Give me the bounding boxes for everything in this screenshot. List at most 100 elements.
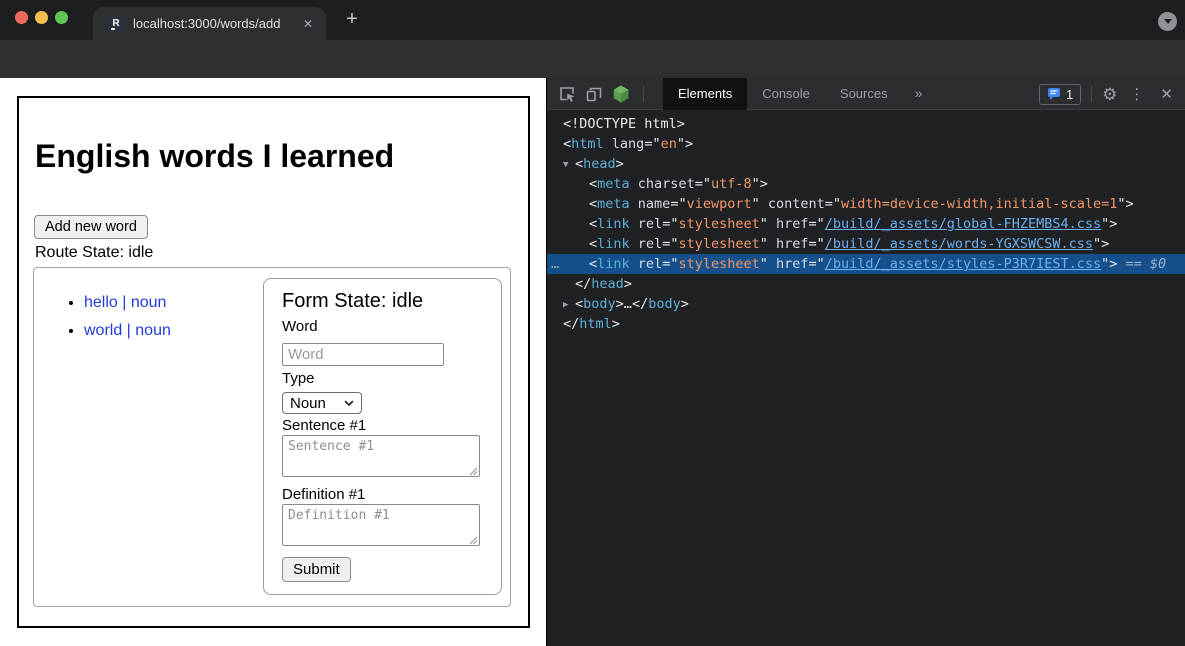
word-label: Word <box>282 318 318 335</box>
add-new-word-button[interactable]: Add new word <box>34 215 148 239</box>
dom-tree-line[interactable]: ▶<body>…</body> <box>547 294 1185 314</box>
selected-node-hint: == $0 <box>1117 256 1166 272</box>
code-token: stylesheet <box>678 256 759 272</box>
browser-tab[interactable]: R localhost:3000/words/add ✕ <box>93 7 326 40</box>
word-input[interactable] <box>282 343 444 366</box>
devtools-close-icon[interactable]: ✕ <box>1160 85 1173 103</box>
tab-sources[interactable]: Sources <box>825 78 903 110</box>
code-token: "> <box>1101 256 1117 272</box>
form-state-text: Form State: idle <box>282 290 423 313</box>
code-token: head <box>591 276 624 292</box>
code-token: > <box>616 156 624 172</box>
devtools-tabs: Elements Console Sources » <box>663 78 934 110</box>
node-actions-marker[interactable]: … <box>551 254 559 274</box>
code-token: body <box>583 296 616 312</box>
dom-tree-line[interactable]: ▼<head> <box>547 154 1185 174</box>
code-token: … <box>624 296 632 312</box>
devtools-panel: Elements Console Sources » 1 ⚙ ⋮ ✕ <box>546 78 1185 646</box>
word-link[interactable]: hello | noun <box>84 294 166 311</box>
code-token: " <box>752 196 768 212</box>
dom-tree: <!DOCTYPE html><html lang="en">▼<head><m… <box>547 111 1185 334</box>
code-token: " <box>760 256 776 272</box>
new-tab-button[interactable]: + <box>340 6 364 32</box>
devtools-toolbar: Elements Console Sources » 1 ⚙ ⋮ ✕ <box>547 78 1185 110</box>
page-outline-box: English words I learned Add new word Rou… <box>17 96 530 628</box>
code-token <box>630 256 638 272</box>
code-token: rel <box>638 256 662 272</box>
code-token: href <box>776 216 809 232</box>
code-token: < <box>589 236 597 252</box>
code-token: < <box>589 256 597 272</box>
type-select-value: Noun <box>290 395 326 412</box>
dom-tree-line[interactable]: <html lang="en"> <box>547 134 1185 154</box>
stylesheet-href-link[interactable]: /build/_assets/styles-P3R7IEST.css <box>825 256 1101 272</box>
browser-window: R localhost:3000/words/add ✕ + localhost… <box>0 0 1185 646</box>
code-token: meta <box>597 196 630 212</box>
definition-textarea[interactable] <box>282 504 480 546</box>
settings-gear-icon[interactable]: ⚙ <box>1102 86 1117 103</box>
tab-console[interactable]: Console <box>747 78 825 110</box>
code-token: href <box>776 236 809 252</box>
dom-tree-line[interactable]: …<link rel="stylesheet" href="/build/_as… <box>547 254 1185 274</box>
code-token: < <box>589 176 597 192</box>
code-token: meta <box>597 176 630 192</box>
code-token: </ <box>575 276 591 292</box>
tab-search-button[interactable] <box>1158 12 1177 31</box>
traffic-light-minimize-icon[interactable] <box>35 11 48 24</box>
tab-close-icon[interactable]: ✕ <box>303 17 313 31</box>
dom-tree-line[interactable]: </head> <box>547 274 1185 294</box>
stylesheet-href-link[interactable]: /build/_assets/global-FHZEMBS4.css <box>825 216 1101 232</box>
dom-tree-line[interactable]: </html> <box>547 314 1185 334</box>
tab-elements[interactable]: Elements <box>663 78 747 110</box>
code-token <box>630 196 638 212</box>
dom-tree-line[interactable]: <link rel="stylesheet" href="/build/_ass… <box>547 214 1185 234</box>
code-token: " <box>760 236 776 252</box>
code-token: content <box>768 196 825 212</box>
definition-textarea-wrap <box>282 504 480 548</box>
tab-title: localhost:3000/words/add <box>133 16 280 31</box>
dom-tree-line[interactable]: <meta name="viewport" content="width=dev… <box>547 194 1185 214</box>
collapse-arrow-icon[interactable]: ▼ <box>563 155 575 175</box>
issues-counter-button[interactable]: 1 <box>1039 84 1081 105</box>
code-token: " <box>760 216 776 232</box>
word-link[interactable]: world | noun <box>84 322 171 339</box>
browser-toolbar: localhost:3000/words/add ☆ <box>0 40 1185 78</box>
inspect-element-icon[interactable] <box>557 84 577 104</box>
sentence-label: Sentence #1 <box>282 417 366 434</box>
code-token: </ <box>632 296 648 312</box>
code-token <box>630 216 638 232</box>
device-toolbar-icon[interactable] <box>584 84 604 104</box>
code-token: =" <box>662 236 678 252</box>
stylesheet-href-link[interactable]: /build/_assets/words-YGXSWCSW.css <box>825 236 1093 252</box>
toolbar-divider <box>643 86 644 102</box>
submit-button[interactable]: Submit <box>282 557 351 582</box>
chevron-down-icon <box>1164 19 1172 24</box>
more-tabs-button[interactable]: » <box>903 78 935 110</box>
expand-arrow-icon[interactable]: ▶ <box>563 295 575 315</box>
code-token: > <box>612 316 620 332</box>
code-token: <!DOCTYPE html> <box>563 116 685 132</box>
sentence-textarea-wrap <box>282 435 480 479</box>
dom-tree-line[interactable]: <meta charset="utf-8"> <box>547 174 1185 194</box>
code-token: charset <box>638 176 695 192</box>
code-token: link <box>597 256 630 272</box>
code-token: < <box>589 196 597 212</box>
sentence-textarea[interactable] <box>282 435 480 477</box>
type-select[interactable]: Noun <box>282 392 362 414</box>
traffic-light-zoom-icon[interactable] <box>55 11 68 24</box>
issues-bubble-icon <box>1047 87 1061 101</box>
code-token: link <box>597 236 630 252</box>
devtools-menu-icon[interactable]: ⋮ <box>1129 85 1144 103</box>
code-token: < <box>575 296 583 312</box>
route-state-text: Route State: idle <box>35 244 153 262</box>
dom-tree-line[interactable]: <link rel="stylesheet" href="/build/_ass… <box>547 234 1185 254</box>
nodejs-extension-icon[interactable] <box>611 84 631 104</box>
dom-tree-line[interactable]: <!DOCTYPE html> <box>547 114 1185 134</box>
code-token: < <box>563 136 571 152</box>
code-token: html <box>579 316 612 332</box>
code-token: stylesheet <box>678 236 759 252</box>
code-token: =" <box>662 216 678 232</box>
traffic-light-close-icon[interactable] <box>15 11 28 24</box>
code-token: > <box>616 296 624 312</box>
toolbar-divider <box>1091 86 1092 102</box>
